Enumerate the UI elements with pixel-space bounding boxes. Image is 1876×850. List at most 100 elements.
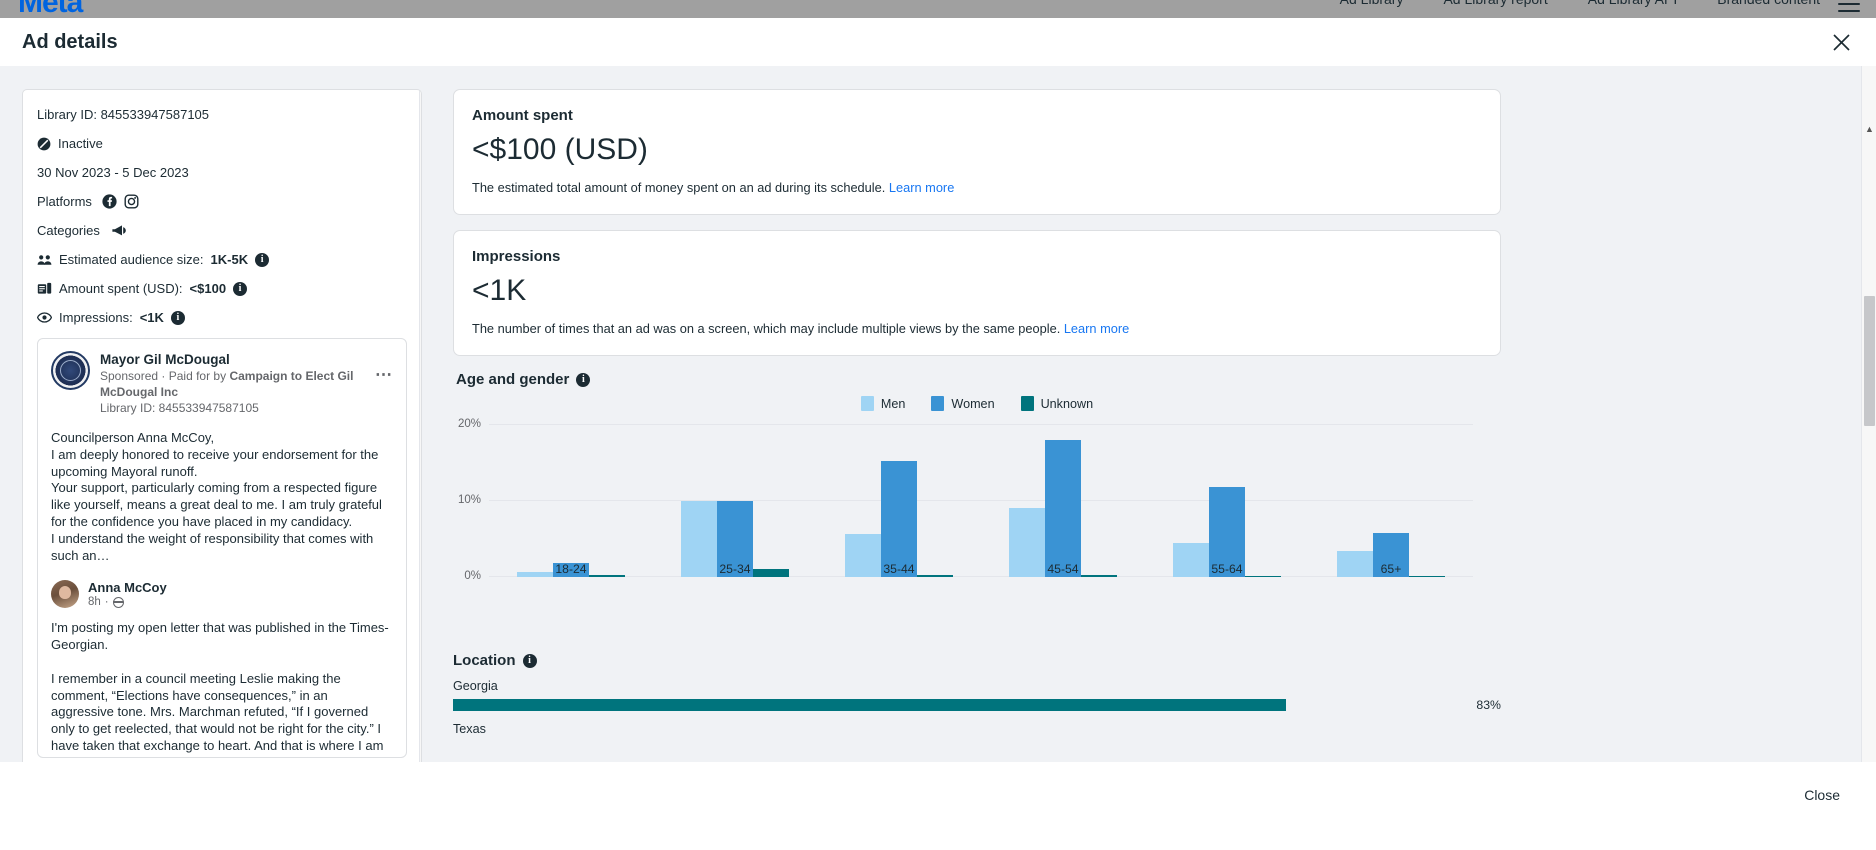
location-heading: Location i [453, 652, 1501, 669]
library-id-text: Library ID: 845533947587105 [37, 107, 210, 122]
page-title: Ad details [22, 30, 118, 53]
globe-icon [112, 596, 124, 608]
bar-group-45-54 [981, 425, 1145, 577]
location-bar-fill[interactable] [453, 699, 1287, 711]
amount-spent-card: Amount spent <$100 (USD) The estimated t… [453, 89, 1501, 215]
y-axis-tick-label: 10% [457, 494, 481, 506]
nav-link-ad-library-api[interactable]: Ad Library API [1588, 0, 1678, 7]
info-icon[interactable]: i [576, 372, 591, 387]
date-range-text: 30 Nov 2023 - 5 Dec 2023 [37, 165, 189, 180]
ad-summary-panel: Library ID: 845533947587105 Inactive 30 … [0, 66, 444, 828]
bar-35-44-women[interactable] [881, 460, 917, 577]
platforms-label: Platforms [37, 194, 92, 209]
age-and-gender-title: Age and gender [456, 371, 570, 388]
learn-more-link[interactable]: Learn more [1064, 321, 1129, 336]
close-icon[interactable] [1828, 29, 1854, 55]
ad-details-modal: Ad details Library ID: 845533947587105 I… [0, 18, 1876, 828]
bar-group-25-34 [653, 425, 817, 577]
ad-page-name[interactable]: Mayor Gil McDougal [100, 351, 393, 368]
scroll-up-icon[interactable]: ▲ [1862, 121, 1876, 136]
ad-metrics-panel: Amount spent <$100 (USD) The estimated t… [444, 66, 1876, 828]
info-icon[interactable]: i [170, 310, 185, 325]
x-axis-label-45-54: 45-54 [1047, 562, 1079, 576]
amount-spent-card-value: <$100 (USD) [472, 133, 648, 166]
legend-swatch-women [931, 396, 945, 411]
paid-for-by-prefix: Paid for by [168, 369, 227, 383]
left-panel-scrollbar[interactable]: ▲ ▼ [419, 90, 422, 796]
hamburger-menu-icon[interactable] [1838, 0, 1860, 12]
location-rows: Georgia 83% Texas [453, 679, 1501, 753]
comment-body-text: I'm posting my open letter that was publ… [51, 620, 389, 757]
scroll-up-icon[interactable]: ▲ [420, 93, 421, 107]
categories-row: Categories [37, 222, 407, 239]
amount-spent-card-title: Amount spent [472, 107, 573, 124]
instagram-icon [124, 194, 139, 209]
more-options-icon[interactable]: ⋯ [375, 365, 393, 385]
location-bar-track [453, 741, 1457, 753]
impressions-card-description: The number of times that an ad was on a … [472, 320, 1482, 337]
location-name: Georgia [453, 679, 498, 693]
legend-item-men[interactable]: Men [860, 396, 905, 411]
right-panel-scrollbar[interactable]: ▲ ▼ [1861, 66, 1876, 828]
info-icon[interactable]: i [522, 653, 537, 668]
chart-plot-area: 0% 10% 20% [458, 418, 1473, 582]
location-bar-line [453, 741, 1501, 753]
top-navigation-bar: Meta Ad Library Ad Library report Ad Lib… [0, 0, 1876, 18]
close-button[interactable]: Close [1790, 779, 1854, 811]
comment-author-name[interactable]: Anna McCoy [88, 580, 167, 596]
nav-links: Ad Library Ad Library report Ad Library … [1340, 0, 1820, 7]
info-icon[interactable]: i [233, 281, 248, 296]
audience-size-value: 1K-5K [210, 252, 249, 267]
comment-header: Anna McCoy 8h · [51, 580, 393, 609]
x-axis-label-65+: 65+ [1380, 562, 1402, 576]
scrollbar-thumb[interactable] [1864, 296, 1875, 426]
legend-label-unknown: Unknown [1040, 396, 1094, 411]
scrollbar-thumb[interactable] [421, 110, 422, 500]
date-range-row: 30 Nov 2023 - 5 Dec 2023 [37, 164, 407, 181]
location-section: Location i Georgia 83% Texas [453, 652, 1501, 753]
impressions-row: Impressions: <1K i [37, 309, 407, 326]
audience-size-label: Estimated audience size: [59, 252, 204, 267]
modal-header: Ad details [0, 18, 1876, 66]
bar-55-64-unknown[interactable] [1245, 576, 1281, 577]
library-id-row: Library ID: 845533947587105 [37, 106, 407, 123]
learn-more-link[interactable]: Learn more [889, 180, 954, 195]
nav-link-branded-content[interactable]: Branded content [1717, 0, 1820, 7]
legend-item-unknown[interactable]: Unknown [1020, 396, 1094, 411]
location-row: Texas [453, 722, 1501, 753]
location-title: Location [453, 652, 516, 669]
location-name: Texas [453, 722, 486, 736]
money-stack-icon [37, 282, 52, 295]
location-percent-label: 83% [1476, 698, 1501, 712]
bar-group-35-44 [817, 425, 981, 577]
amount-spent-row: Amount spent (USD): <$100 i [37, 280, 407, 297]
ad-preview-library-id: Library ID: 845533947587105 [100, 401, 259, 415]
ad-preview-header: Mayor Gil McDougal Sponsored · Paid for … [51, 351, 393, 416]
impressions-desc-text: The number of times that an ad was on a … [472, 321, 1061, 336]
legend-label-women: Women [951, 396, 995, 411]
avatar [51, 351, 90, 390]
legend-swatch-men [860, 396, 874, 411]
bar-group-65+ [1309, 425, 1473, 577]
legend-swatch-unknown [1020, 396, 1034, 411]
x-axis-label-25-34: 25-34 [719, 562, 751, 576]
info-icon[interactable]: i [255, 252, 270, 267]
modal-footer: Close [0, 762, 1876, 828]
chart-legend: Men Women Unknown [453, 396, 1501, 411]
legend-item-women[interactable]: Women [931, 396, 995, 411]
bar-65+-unknown[interactable] [1409, 576, 1445, 577]
bar-45-54-women[interactable] [1045, 440, 1081, 577]
status-row: Inactive [37, 135, 407, 152]
nav-link-ad-library[interactable]: Ad Library [1340, 0, 1404, 7]
chart-x-axis-labels: 18-24 25-34 35-44 45-54 55-64 65+ [489, 562, 1473, 576]
age-gender-chart: Men Women Unknown 0% 10% 20% 18-24 25-34 35-44… [453, 396, 1501, 626]
nav-link-ad-library-report[interactable]: Ad Library report [1443, 0, 1547, 7]
comment-time-text: 8h [88, 596, 101, 609]
location-bar-track [453, 699, 1457, 711]
location-bar-line: 83% [453, 698, 1501, 712]
status-badge: Inactive [58, 136, 103, 151]
ad-summary-card: Library ID: 845533947587105 Inactive 30 … [22, 89, 422, 797]
audience-size-row: Estimated audience size: 1K-5K i [37, 251, 407, 268]
x-axis-label-55-64: 55-64 [1211, 562, 1243, 576]
location-row: Georgia 83% [453, 679, 1501, 712]
